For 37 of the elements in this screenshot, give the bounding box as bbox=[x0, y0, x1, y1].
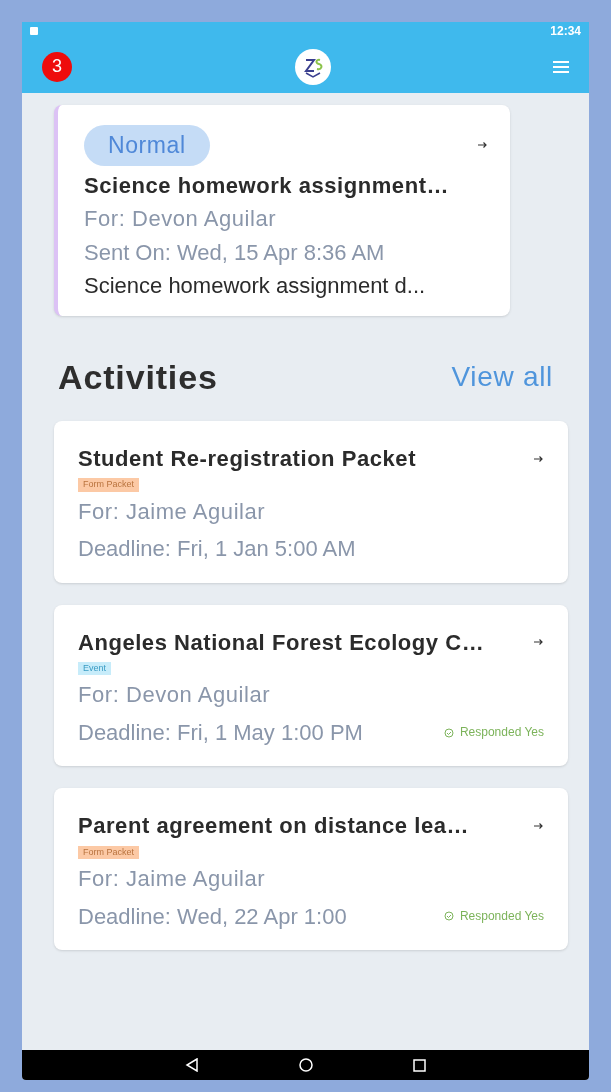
message-card[interactable]: Normal Science homework assignment… For: Devon Aguilar Sent On: Wed, 15 Apr 8:36 AM Science homework assignment d... bbox=[54, 105, 510, 316]
recipient-text: For: Devon Aguilar bbox=[78, 681, 272, 709]
response-status: Responded Yes bbox=[459, 725, 544, 740]
deadline-text: Deadline: Fri, 1 May 1:00 PM bbox=[78, 718, 363, 747]
response-status: Responded Yes bbox=[459, 908, 544, 924]
activity-title: Angeles National Forest Ecology C… bbox=[78, 628, 485, 656]
deadline-text: Deadline: Fri, 1 Jan 5:00 AM bbox=[78, 535, 356, 563]
category-tag: Form Packet bbox=[78, 478, 139, 492]
priority-badge: Normal bbox=[84, 125, 210, 166]
activity-card[interactable]: Parent agreement on distance lea… Form Packet For: Jaime Aguilar Deadline: Wed, 22 Apr 1:00 Responded Yes bbox=[54, 788, 568, 950]
section-heading: Activities bbox=[58, 356, 218, 398]
sent-date: Sent On: Wed, 15 Apr 8:36 AM bbox=[84, 238, 386, 267]
category-tag: Event bbox=[78, 662, 111, 676]
logo-icon bbox=[294, 48, 331, 85]
category-tag: Form Packet bbox=[78, 845, 139, 859]
notification-icon bbox=[30, 27, 38, 35]
message-preview: Science homework assignment d... bbox=[84, 272, 427, 300]
back-icon[interactable] bbox=[185, 1058, 199, 1072]
activity-title: Parent agreement on distance lea… bbox=[78, 812, 470, 840]
arrow-icon[interactable] bbox=[478, 141, 488, 150]
arrow-icon[interactable] bbox=[534, 822, 544, 830]
activity-title: Student Re-registration Packet bbox=[78, 444, 416, 473]
recents-icon[interactable] bbox=[413, 1058, 426, 1072]
notification-badge[interactable]: 3 bbox=[42, 51, 72, 82]
deadline-text: Deadline: Wed, 22 Apr 1:00 bbox=[78, 902, 347, 930]
check-circle-icon bbox=[443, 911, 454, 922]
recipient-text: For: Jaime Aguilar bbox=[78, 865, 267, 893]
activity-card[interactable]: Student Re-registration Packet Form Packet For: Jaime Aguilar Deadline: Fri, 1 Jan 5:00 AM bbox=[54, 420, 568, 583]
home-icon[interactable] bbox=[299, 1058, 313, 1072]
check-circle-icon bbox=[443, 727, 454, 738]
arrow-icon[interactable] bbox=[534, 638, 544, 647]
message-title: Science homework assignment… bbox=[84, 171, 451, 200]
arrow-icon[interactable] bbox=[534, 454, 544, 463]
activity-card[interactable]: Angeles National Forest Ecology C… Event For: Devon Aguilar Deadline: Fri, 1 May 1:00 PM Responded Yes bbox=[54, 604, 568, 767]
recipient-text: For: Devon Aguilar bbox=[84, 205, 278, 233]
clock: 12:34 bbox=[550, 23, 581, 40]
recipient-text: For: Jaime Aguilar bbox=[78, 497, 267, 525]
